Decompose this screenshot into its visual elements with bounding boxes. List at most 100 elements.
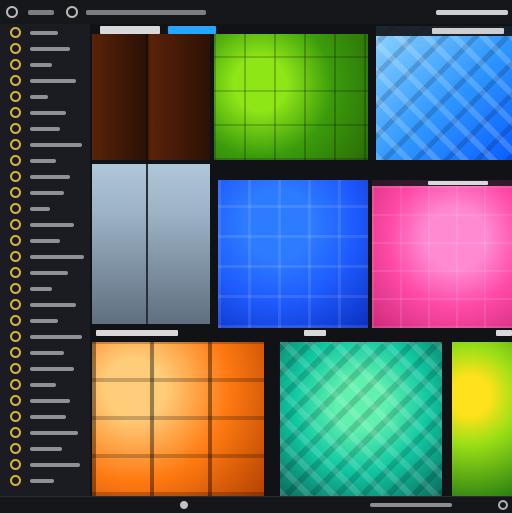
sidebar-item[interactable] [6, 330, 86, 344]
tab-label[interactable] [100, 26, 160, 34]
texture-thumbnail-pink-tiles[interactable] [372, 180, 512, 328]
sidebar-item[interactable] [6, 42, 86, 56]
app-icon [6, 6, 18, 18]
status-text [370, 503, 452, 507]
sidebar-item[interactable] [6, 458, 86, 472]
folder-icon [10, 171, 21, 182]
sidebar-item-label [30, 63, 52, 67]
texture-thumbnail-orange-capsules[interactable] [92, 342, 264, 496]
sidebar-item[interactable] [6, 282, 86, 296]
folder-icon [10, 379, 21, 390]
texture-thumbnail-teal-scales[interactable] [280, 342, 442, 496]
sidebar-item[interactable] [6, 298, 86, 312]
sidebar-item-label [30, 415, 66, 419]
sidebar-item[interactable] [6, 170, 86, 184]
folder-icon [10, 139, 21, 150]
sidebar-item[interactable] [6, 58, 86, 72]
folder-icon [10, 475, 21, 486]
folder-icon [10, 27, 21, 38]
sidebar-item[interactable] [6, 314, 86, 328]
sidebar-item-label [30, 479, 54, 483]
folder-icon [10, 267, 21, 278]
sidebar-item-label [30, 159, 56, 163]
sidebar-item[interactable] [6, 106, 86, 120]
folder-icon [10, 443, 21, 454]
sidebar-item[interactable] [6, 250, 86, 264]
sidebar-item[interactable] [6, 218, 86, 232]
folder-icon [10, 251, 21, 262]
sidebar-item-label [30, 175, 70, 179]
sidebar-item-label [30, 367, 74, 371]
sidebar-item[interactable] [6, 426, 86, 440]
sidebar-item-label [30, 31, 58, 35]
folder-icon [10, 331, 21, 342]
texture-label [96, 330, 178, 336]
sidebar-item[interactable] [6, 378, 86, 392]
sidebar-item-label [30, 431, 78, 435]
folder-icon [10, 59, 21, 70]
folder-icon [10, 235, 21, 246]
folder-icon [10, 283, 21, 294]
texture-thumbnail-lime-blobs[interactable] [452, 342, 512, 496]
path-breadcrumb [86, 10, 206, 15]
sidebar-item-label [30, 191, 64, 195]
folder-icon [10, 347, 21, 358]
texture-thumbnail-blue-blocks[interactable] [376, 26, 512, 160]
folder-icon [10, 187, 21, 198]
sidebar-item[interactable] [6, 138, 86, 152]
folder-icon [10, 395, 21, 406]
menu-item[interactable] [28, 10, 54, 15]
sidebar-item-label [30, 95, 48, 99]
sidebar-item-label [30, 271, 68, 275]
search-icon[interactable] [66, 6, 78, 18]
sidebar-item-label [30, 351, 64, 355]
sidebar-item-label [30, 287, 52, 291]
sidebar-item[interactable] [6, 90, 86, 104]
sidebar-item[interactable] [6, 26, 86, 40]
sidebar-item-label [30, 383, 56, 387]
sidebar-item-label [30, 239, 60, 243]
texture-grid [90, 24, 512, 496]
sidebar-item-label [30, 447, 62, 451]
sidebar-item[interactable] [6, 346, 86, 360]
sidebar-item[interactable] [6, 394, 86, 408]
texture-label [496, 330, 512, 336]
folder-icon [10, 123, 21, 134]
sidebar-item-label [30, 207, 50, 211]
texture-label [304, 330, 326, 336]
texture-thumbnail-blue-grid[interactable] [218, 180, 368, 328]
sidebar-item[interactable] [6, 410, 86, 424]
folder-icon [10, 427, 21, 438]
settings-icon[interactable] [498, 500, 508, 510]
folder-icon [10, 219, 21, 230]
sidebar-item-label [30, 319, 58, 323]
folder-icon [10, 91, 21, 102]
sidebar-item[interactable] [6, 266, 86, 280]
sidebar-item[interactable] [6, 74, 86, 88]
sidebar-item[interactable] [6, 154, 86, 168]
folder-icon [10, 43, 21, 54]
sidebar-item[interactable] [6, 202, 86, 216]
folder-icon [10, 75, 21, 86]
sidebar-item-label [30, 79, 76, 83]
folder-icon [10, 363, 21, 374]
sidebar-item[interactable] [6, 474, 86, 488]
window-title [436, 10, 508, 15]
folder-icon [10, 299, 21, 310]
top-toolbar [0, 0, 512, 25]
tab-active[interactable] [168, 26, 216, 34]
sidebar-item[interactable] [6, 186, 86, 200]
folder-icon [10, 459, 21, 470]
sidebar-item[interactable] [6, 442, 86, 456]
folder-icon [10, 315, 21, 326]
sidebar-item[interactable] [6, 122, 86, 136]
sidebar-item-label [30, 127, 60, 131]
texture-thumbnail-brown-panel[interactable] [92, 34, 210, 160]
texture-thumbnail-gray-panel[interactable] [92, 164, 210, 324]
asset-sidebar [0, 24, 91, 496]
texture-thumbnail-green-cubes[interactable] [214, 34, 368, 160]
sidebar-item[interactable] [6, 234, 86, 248]
sidebar-item-label [30, 399, 70, 403]
sidebar-item-label [30, 143, 82, 147]
sidebar-item[interactable] [6, 362, 86, 376]
